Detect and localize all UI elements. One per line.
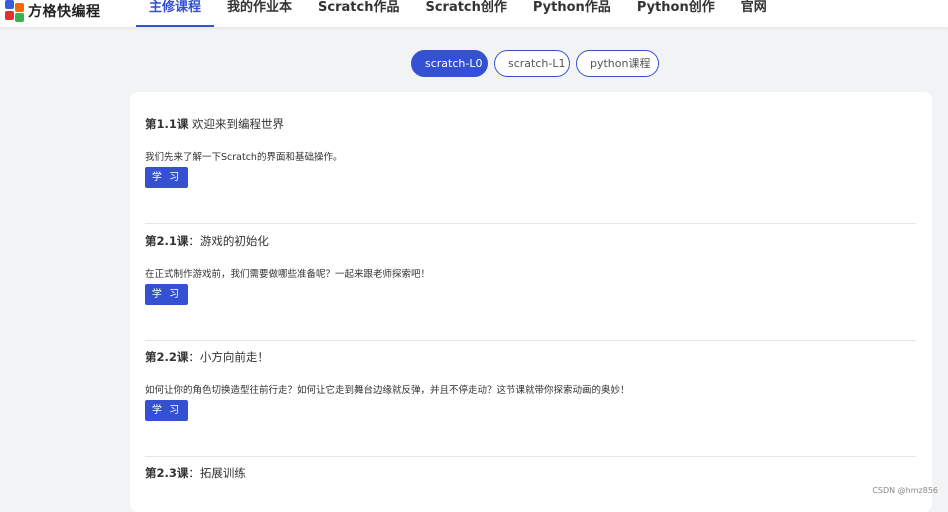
lesson-name: ：拓展训练 (188, 466, 246, 480)
lesson-item: 第2.3课：拓展训练 (145, 465, 916, 481)
lesson-description: 如何让你的角色切换造型往前行走？如何让它走到舞台边缘就反弹，并且不停走动？这节课… (145, 385, 630, 396)
lesson-title: 第2.2课：小方向前走！ (145, 349, 916, 365)
lesson-title: 第2.3课：拓展训练 (145, 465, 916, 481)
logo-icon (3, 0, 25, 22)
divider (145, 456, 916, 457)
lesson-item: 第2.1课：游戏的初始化 在正式制作游戏前，我们需要做哪些准备呢？一起来跟老师探… (145, 233, 916, 305)
tab-python-course[interactable]: python课程 (576, 50, 659, 77)
nav-item-python-create[interactable]: Python创作 (624, 0, 728, 27)
study-button[interactable]: 学 习 (145, 284, 188, 305)
top-navbar: 方格快编程 主修课程 我的作业本 Scratch作品 Scratch创作 Pyt… (0, 0, 948, 27)
nav-item-official-site[interactable]: 官网 (728, 0, 780, 27)
lesson-item: 第1.1课 欢迎来到编程世界 我们先来了解一下Scratch的界面和基础操作。 … (145, 116, 916, 188)
nav-item-python-works[interactable]: Python作品 (520, 0, 624, 27)
lesson-title: 第1.1课 欢迎来到编程世界 (145, 116, 916, 132)
nav-item-main-courses[interactable]: 主修课程 (136, 0, 215, 27)
lesson-name: ：游戏的初始化 (188, 234, 269, 248)
lesson-title: 第2.1课：游戏的初始化 (145, 233, 916, 249)
lesson-number: 第2.3课 (145, 466, 189, 480)
lesson-item: 第2.2课：小方向前走！ 如何让你的角色切换造型往前行走？如何让它走到舞台边缘就… (145, 349, 916, 421)
lesson-number: 第2.1课 (145, 234, 189, 248)
lesson-name: 欢迎来到编程世界 (188, 117, 285, 131)
nav-item-scratch-create[interactable]: Scratch创作 (412, 0, 519, 27)
lesson-name: ：小方向前走！ (188, 350, 269, 364)
lesson-number: 第1.1课 (145, 117, 189, 131)
logo[interactable]: 方格快编程 (3, 0, 101, 22)
divider (145, 223, 916, 224)
logo-text: 方格快编程 (28, 4, 101, 20)
tab-scratch-l1[interactable]: scratch-L1 (494, 50, 570, 77)
study-button[interactable]: 学 习 (145, 400, 188, 421)
nav-item-my-homework[interactable]: 我的作业本 (214, 0, 305, 27)
lesson-list-card: 第1.1课 欢迎来到编程世界 我们先来了解一下Scratch的界面和基础操作。 … (130, 92, 932, 512)
tab-scratch-l0[interactable]: scratch-L0 (411, 50, 488, 77)
nav-item-scratch-works[interactable]: Scratch作品 (305, 0, 412, 27)
course-level-tabs: scratch-L0 scratch-L1 python课程 (411, 50, 659, 77)
study-button[interactable]: 学 习 (145, 167, 188, 188)
lesson-number: 第2.2课 (145, 350, 189, 364)
lesson-description: 我们先来了解一下Scratch的界面和基础操作。 (145, 152, 343, 163)
main-nav: 主修课程 我的作业本 Scratch作品 Scratch创作 Python作品 … (136, 0, 780, 27)
lesson-description: 在正式制作游戏前，我们需要做哪些准备呢？一起来跟老师探索吧！ (145, 269, 431, 280)
watermark: CSDN @hmz856 (872, 486, 938, 495)
divider (145, 340, 916, 341)
